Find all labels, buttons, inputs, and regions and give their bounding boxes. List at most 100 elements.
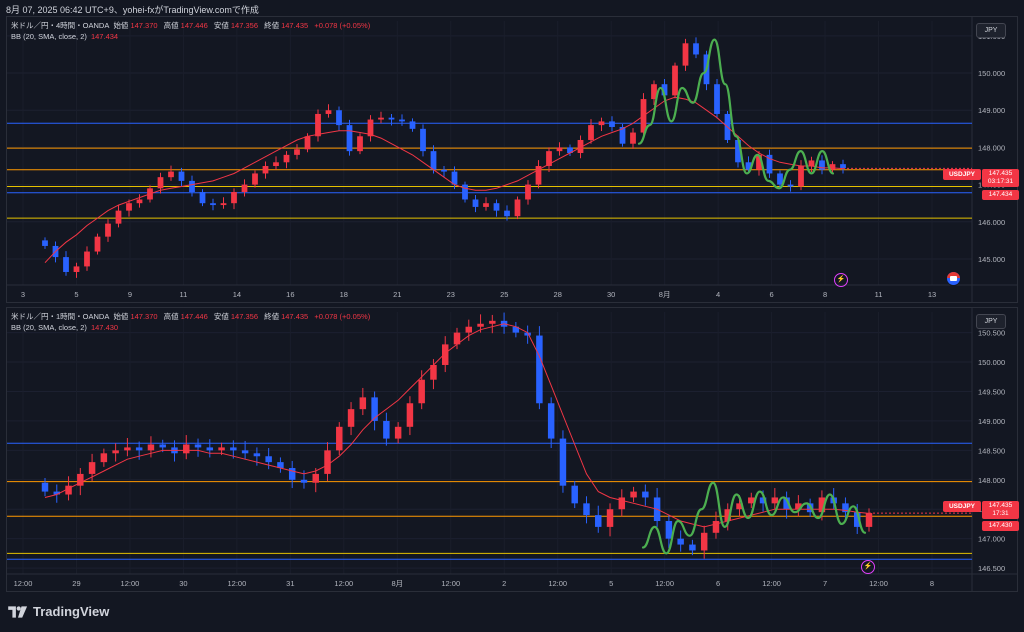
us-flag-event-icon[interactable] <box>947 272 960 285</box>
x-tick-label: 12:00 <box>334 579 353 588</box>
low-label: 安値 <box>213 312 229 321</box>
candle-body <box>262 166 269 174</box>
candle-body <box>112 450 119 454</box>
high-value: 147.446 <box>180 21 208 30</box>
candle-body <box>430 151 437 170</box>
candle-body <box>105 223 111 237</box>
low-label: 安値 <box>213 21 229 30</box>
high-value: 147.446 <box>180 312 208 321</box>
candle-body <box>388 117 395 120</box>
candle-body <box>504 210 510 217</box>
candle-body <box>336 426 343 451</box>
x-tick-label: 2 <box>502 579 506 588</box>
y-tick-label: 150.000 <box>978 69 1005 78</box>
legend-row-ohlc: 米ドル／円・4時間・OANDA 始値 147.370 高値 147.446 安値 14… <box>11 20 370 31</box>
candle-body <box>84 251 90 267</box>
legend-title: 米ドル／円・1時間・OANDA <box>11 312 110 321</box>
x-tick-label: 30 <box>179 579 187 588</box>
x-tick-label: 12:00 <box>14 579 33 588</box>
candle-body <box>42 240 48 246</box>
x-tick-label: 12:00 <box>548 579 567 588</box>
x-tick-label: 8月 <box>391 579 403 588</box>
close-value: 147.435 <box>281 312 309 321</box>
chart-canvas-4h[interactable]: 145.000146.000147.000148.000149.000150.0… <box>7 17 1017 302</box>
bb-value: 147.430 <box>90 323 119 332</box>
candle-body <box>840 164 846 169</box>
y-tick-label: 147.000 <box>978 535 1005 544</box>
x-tick-label: 9 <box>128 290 132 299</box>
candle-body <box>547 403 555 439</box>
candle-body <box>300 479 308 483</box>
chart-panel-1h[interactable]: 米ドル／円・1時間・OANDA 始値 147.370 高値 147.446 安値 14… <box>6 307 1019 592</box>
candle-body <box>273 162 279 167</box>
lightning-icon[interactable]: ⚡ <box>834 273 848 287</box>
x-tick-label: 12:00 <box>655 579 674 588</box>
x-tick-label: 12:00 <box>121 579 140 588</box>
price-tag: 147.435 17:31 <box>982 501 1019 519</box>
change-value: +0.078 (+0.05%) <box>314 21 371 30</box>
open-value: 147.370 <box>130 312 158 321</box>
lightning-icon[interactable]: ⚡ <box>861 560 875 574</box>
candle-body <box>556 147 563 152</box>
candle-body <box>252 173 258 185</box>
candle-body <box>559 438 567 486</box>
x-tick-label: 6 <box>770 290 774 299</box>
candle-body <box>409 121 416 129</box>
candle-body <box>493 203 500 211</box>
x-tick-label: 5 <box>609 579 613 588</box>
candle-body <box>618 497 626 510</box>
candle-body <box>136 199 143 204</box>
tradingview-logo-icon <box>8 605 28 618</box>
x-tick-label: 13 <box>928 290 936 299</box>
chart-panel-4h[interactable]: 米ドル／円・4時間・OANDA 始値 147.370 高値 147.446 安値 14… <box>6 16 1019 303</box>
chart-canvas-1h[interactable]: 146.500147.000147.500148.000148.500149.0… <box>7 308 1017 591</box>
candle-body <box>771 497 779 504</box>
candle-body <box>865 513 873 527</box>
candle-body <box>63 257 69 272</box>
candle-body <box>126 203 132 211</box>
candle-body <box>324 450 331 474</box>
candle-body <box>115 210 122 224</box>
candle-body <box>168 171 174 178</box>
x-tick-label: 3 <box>21 290 25 299</box>
x-tick-label: 21 <box>393 290 401 299</box>
bb-value: 147.434 <box>90 32 119 41</box>
candle-body <box>714 84 720 114</box>
bb-label: BB (20, SMA, close, 2) <box>11 32 87 41</box>
x-tick-label: 12:00 <box>762 579 781 588</box>
candle-body <box>288 468 296 480</box>
y-tick-label: 148.500 <box>978 446 1005 455</box>
price-tag-value: 147.435 <box>988 170 1013 177</box>
x-tick-label: 11 <box>180 290 188 299</box>
candle-body <box>418 379 425 404</box>
x-tick-label: 12:00 <box>869 579 888 588</box>
x-tick-label: 7 <box>823 579 827 588</box>
legend-4h: 米ドル／円・4時間・OANDA 始値 147.370 高値 147.446 安値 14… <box>11 20 370 42</box>
x-tick-label: 16 <box>286 290 294 299</box>
candle-body <box>693 43 699 55</box>
candle-body <box>583 503 590 516</box>
candle-body <box>777 173 783 185</box>
candle-body <box>383 420 390 439</box>
candle-body <box>712 521 720 533</box>
candle-body <box>253 453 261 457</box>
x-tick-label: 8 <box>823 290 827 299</box>
currency-button[interactable]: JPY <box>976 314 1006 329</box>
candle-body <box>406 403 414 427</box>
candle-body <box>394 426 402 439</box>
candle-body <box>241 184 248 193</box>
x-tick-label: 8月 <box>659 290 671 299</box>
candle-body <box>304 136 311 150</box>
currency-button[interactable]: JPY <box>976 23 1006 38</box>
open-label: 始値 <box>113 312 129 321</box>
candle-body <box>420 128 426 152</box>
x-tick-label: 8 <box>930 579 934 588</box>
candle-body <box>189 180 195 193</box>
symbol-tag: USDJPY <box>943 169 981 180</box>
tradingview-brand: TradingView <box>33 604 110 619</box>
candle-body <box>346 125 353 152</box>
close-value: 147.435 <box>281 21 309 30</box>
x-tick-label: 18 <box>340 290 348 299</box>
candle-body <box>359 397 367 410</box>
candle-body <box>41 482 49 492</box>
